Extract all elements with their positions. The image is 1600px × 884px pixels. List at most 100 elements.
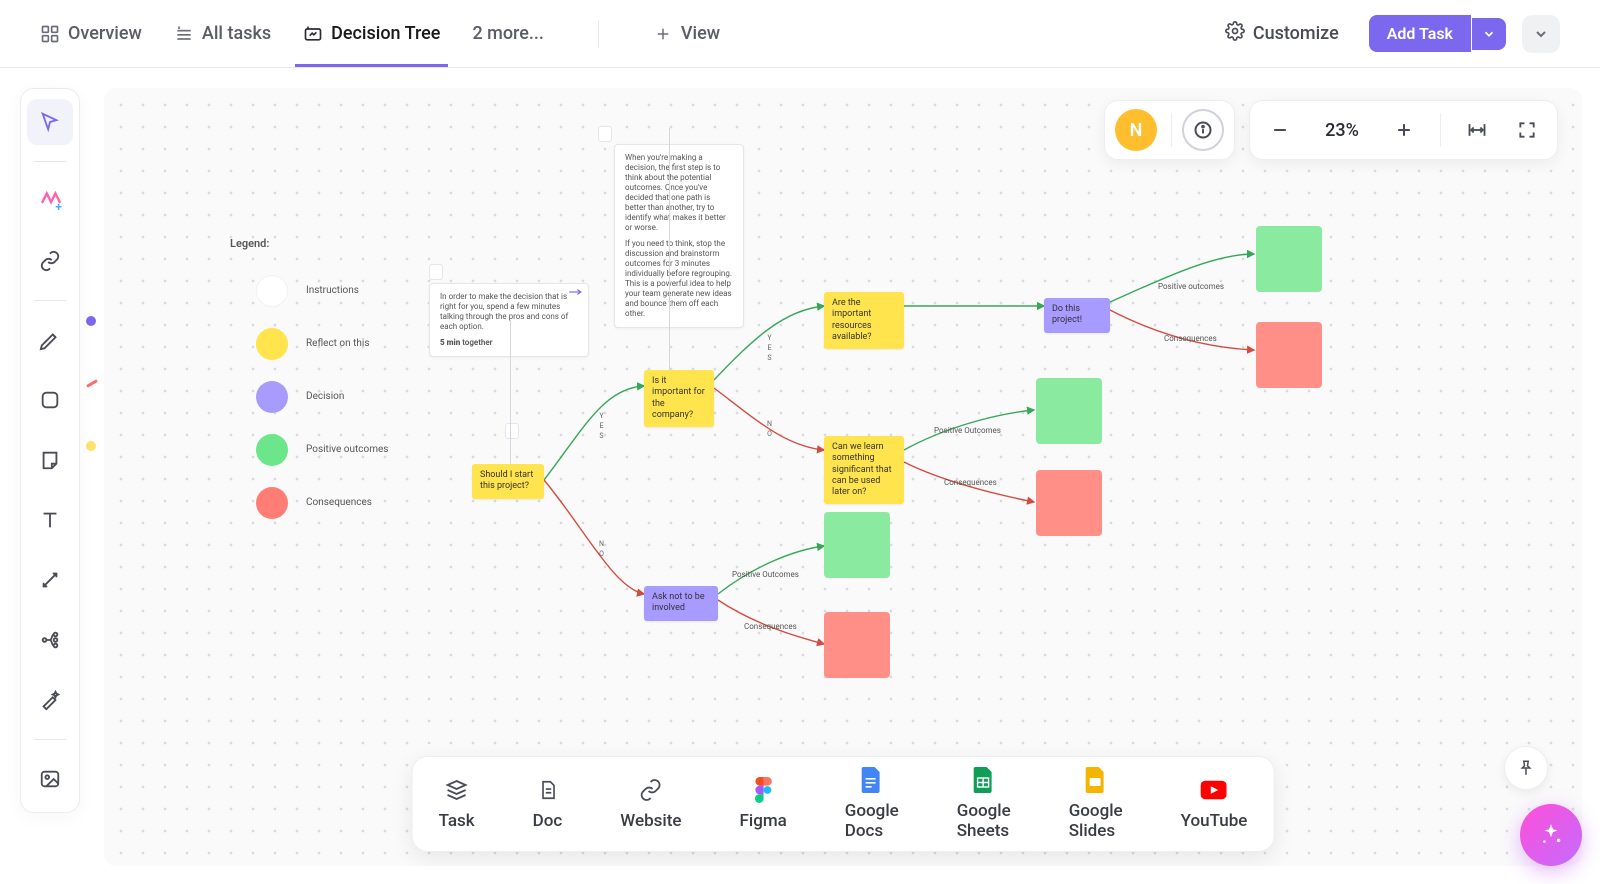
zoom-group: 23% bbox=[1249, 100, 1558, 160]
outcome-positive[interactable] bbox=[1036, 378, 1102, 444]
legend-positive: Positive outcomes bbox=[256, 434, 388, 466]
dock-youtube[interactable]: YouTube bbox=[1181, 777, 1248, 831]
outcome-positive[interactable] bbox=[1256, 226, 1322, 292]
tab-label: Decision Tree bbox=[331, 23, 440, 44]
dock-doc[interactable]: Doc bbox=[533, 777, 563, 831]
dock-gsheets[interactable]: Google Sheets bbox=[957, 767, 1011, 841]
tool-text[interactable] bbox=[27, 497, 73, 543]
tab-label: View bbox=[681, 23, 720, 44]
dock-task[interactable]: Task bbox=[439, 777, 475, 831]
tab-more[interactable]: 2 more... bbox=[472, 0, 543, 67]
label-positive: Positive outcomes bbox=[1158, 282, 1224, 291]
zoom-level[interactable]: 23% bbox=[1316, 120, 1368, 141]
left-toolbar: + bbox=[20, 88, 80, 813]
fullscreen-button[interactable] bbox=[1513, 116, 1541, 144]
whiteboard-canvas[interactable]: N 23% Legend: Instructions Reflect on th… bbox=[104, 88, 1582, 866]
card-stub[interactable] bbox=[505, 423, 519, 439]
legend-label: Positive outcomes bbox=[306, 444, 388, 457]
customize-button[interactable]: Customize bbox=[1225, 21, 1339, 46]
dock-label: Figma bbox=[739, 811, 786, 831]
dock-label: Google Slides bbox=[1069, 801, 1123, 841]
card-stub[interactable] bbox=[598, 126, 612, 142]
tab-decision-tree[interactable]: Decision Tree bbox=[303, 0, 440, 67]
label-positive: Positive Outcomes bbox=[732, 570, 799, 579]
pen-color-dot[interactable] bbox=[86, 316, 96, 326]
tool-connector[interactable] bbox=[27, 557, 73, 603]
tool-select[interactable] bbox=[27, 99, 73, 145]
legend-label: Instructions bbox=[306, 285, 359, 298]
add-task-dropdown[interactable] bbox=[1472, 18, 1506, 50]
outcome-consequence[interactable] bbox=[824, 612, 890, 678]
node-resources[interactable]: Are the important resources available? bbox=[824, 292, 904, 349]
zoom-in-button[interactable] bbox=[1390, 116, 1418, 144]
svg-text:+: + bbox=[55, 200, 62, 214]
gdocs-icon bbox=[859, 767, 885, 793]
ai-fab-button[interactable] bbox=[1520, 804, 1582, 866]
sticky-color-dot[interactable] bbox=[86, 441, 96, 451]
info-button[interactable] bbox=[1182, 109, 1224, 151]
tab-label: Overview bbox=[68, 23, 142, 44]
node-do-project[interactable]: Do this project! bbox=[1044, 298, 1110, 333]
instruction-text: When you're making a decision, the first… bbox=[625, 153, 733, 233]
doc-icon bbox=[534, 777, 560, 803]
tool-shape[interactable] bbox=[27, 377, 73, 423]
node-important[interactable]: Is it important for the company? bbox=[644, 370, 714, 427]
youtube-icon bbox=[1201, 777, 1227, 803]
node-should-start[interactable]: Should I start this project? bbox=[472, 464, 544, 499]
tool-link[interactable] bbox=[27, 238, 73, 284]
stack-icon bbox=[444, 777, 470, 803]
tool-magic[interactable] bbox=[27, 677, 73, 723]
more-menu-button[interactable] bbox=[1522, 15, 1560, 53]
legend-instructions: Instructions bbox=[256, 275, 359, 307]
marker-yes: Y E S bbox=[766, 334, 774, 363]
instruction-text: In order to make the decision that is ri… bbox=[440, 292, 578, 332]
legend-label: Decision bbox=[306, 391, 344, 404]
dock-label: Website bbox=[620, 811, 681, 831]
dock-website[interactable]: Website bbox=[620, 777, 681, 831]
dock-gslides[interactable]: Google Slides bbox=[1069, 767, 1123, 841]
canvas-controls: N 23% bbox=[1104, 100, 1558, 160]
dock-figma[interactable]: Figma bbox=[739, 777, 786, 831]
add-task-label: Add Task bbox=[1387, 24, 1453, 43]
user-avatar[interactable]: N bbox=[1115, 109, 1157, 151]
tool-mindmap[interactable] bbox=[27, 617, 73, 663]
add-task-button[interactable]: Add Task bbox=[1369, 15, 1471, 52]
tab-all-tasks[interactable]: All tasks bbox=[174, 0, 271, 67]
instruction-text-b: 5 min together bbox=[440, 338, 578, 348]
pin-dock-button[interactable] bbox=[1504, 746, 1548, 790]
tab-label: All tasks bbox=[202, 23, 271, 44]
view-tabs: Overview All tasks Decision Tree 2 more.… bbox=[40, 0, 720, 67]
customize-label: Customize bbox=[1253, 23, 1339, 44]
outcome-positive[interactable] bbox=[824, 512, 890, 578]
legend-reflect: Reflect on this bbox=[256, 328, 370, 360]
whiteboard-icon bbox=[303, 24, 323, 44]
card-stub[interactable] bbox=[429, 264, 443, 280]
label-consequences: Consequences bbox=[944, 478, 997, 487]
fit-width-button[interactable] bbox=[1463, 116, 1491, 144]
instruction-card-2[interactable]: When you're making a decision, the first… bbox=[614, 144, 744, 328]
label-consequences: Consequences bbox=[744, 622, 797, 631]
dock-label: Doc bbox=[533, 811, 563, 831]
shape-color-swatch[interactable] bbox=[86, 379, 98, 388]
legend-decision: Decision bbox=[256, 381, 344, 413]
tool-ai-add[interactable]: + bbox=[27, 178, 73, 224]
tool-image[interactable] bbox=[27, 756, 73, 802]
tab-add-view[interactable]: View bbox=[653, 0, 720, 67]
zoom-out-button[interactable] bbox=[1266, 116, 1294, 144]
instruction-card-1[interactable]: In order to make the decision that is ri… bbox=[429, 283, 589, 357]
list-pin-icon bbox=[174, 24, 194, 44]
figma-icon bbox=[750, 777, 776, 803]
outcome-consequence[interactable] bbox=[1256, 322, 1322, 388]
tab-overview[interactable]: Overview bbox=[40, 0, 142, 67]
tool-pen[interactable] bbox=[27, 317, 73, 363]
marker-yes: Y E S bbox=[598, 412, 606, 441]
label-consequences: Consequences bbox=[1164, 334, 1217, 343]
node-ask-not-involved[interactable]: Ask not to be involved bbox=[644, 586, 718, 621]
guide-line bbox=[510, 320, 511, 470]
legend-swatch bbox=[256, 487, 288, 519]
outcome-consequence[interactable] bbox=[1036, 470, 1102, 536]
dock-gdocs[interactable]: Google Docs bbox=[845, 767, 899, 841]
node-learn[interactable]: Can we learn something significant that … bbox=[824, 436, 904, 504]
embed-dock: Task Doc Website Figma Google Docs Googl… bbox=[412, 756, 1275, 852]
tool-sticky[interactable] bbox=[27, 437, 73, 483]
